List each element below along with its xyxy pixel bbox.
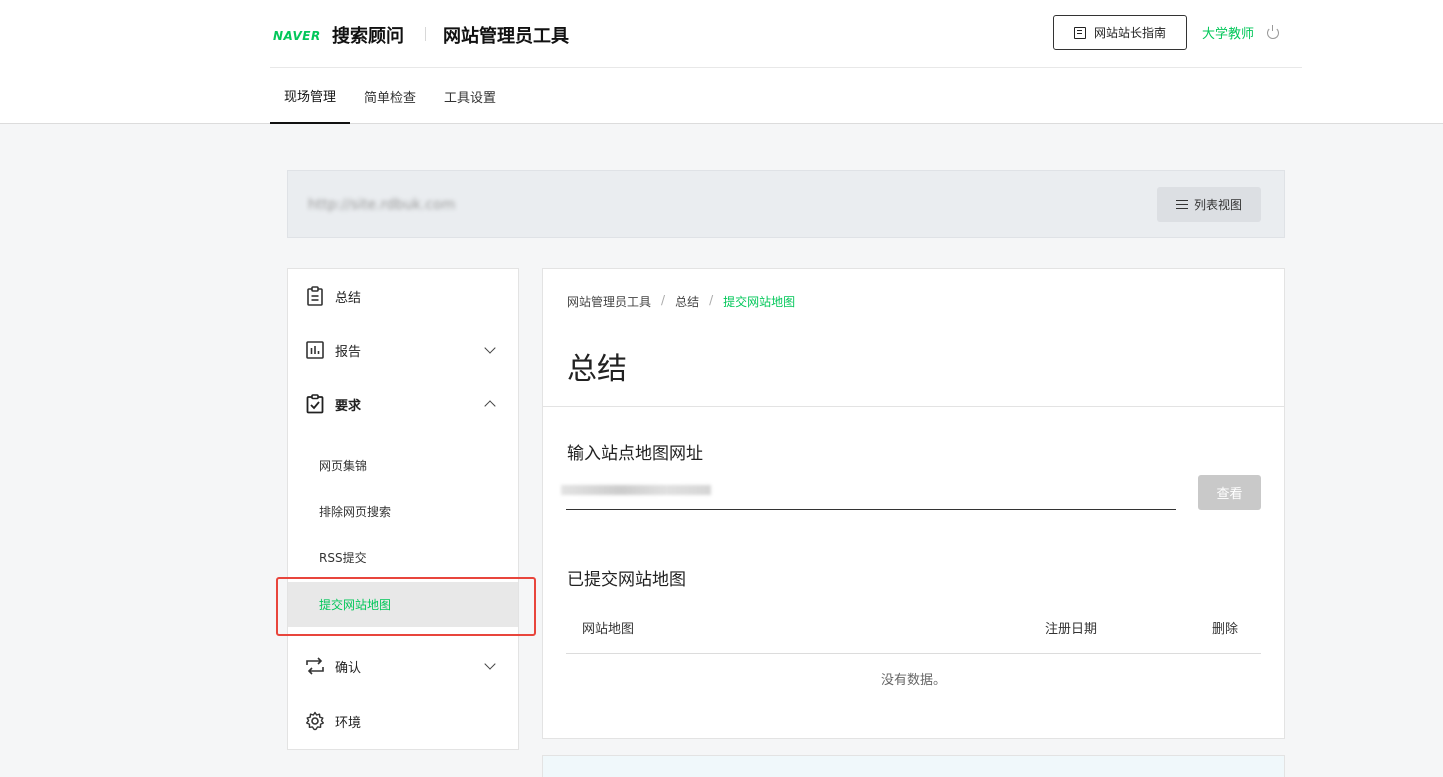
- empty-table-message: 没有数据。: [880, 673, 946, 688]
- main-panel: 网站管理员工具 / 总结 / 提交网站地图 总结 输入站点地图网址 查看 已提交…: [542, 268, 1285, 739]
- chevron-up-icon: [484, 400, 496, 412]
- sidebar-item-requests-label: 要求: [335, 398, 362, 414]
- sidebar-item-confirm[interactable]: 确认: [288, 639, 518, 693]
- sidebar-item-report[interactable]: 报告: [288, 323, 518, 377]
- breadcrumb-separator: /: [661, 293, 666, 307]
- check-button[interactable]: 查看: [1198, 475, 1261, 510]
- gear-icon: [305, 711, 325, 731]
- breadcrumb-summary[interactable]: 总结: [675, 293, 699, 310]
- section-divider: [543, 406, 1284, 407]
- column-header-delete: 删除: [1212, 622, 1239, 637]
- sidebar-subitem-rss-submit[interactable]: RSS提交: [288, 535, 518, 580]
- swap-arrows-icon: [305, 656, 325, 676]
- sidebar-subitem-exclude-search[interactable]: 排除网页搜索: [288, 489, 518, 534]
- sitemap-table-header: 网站地图 注册日期 删除: [566, 609, 1261, 654]
- checklist-icon: [305, 394, 325, 414]
- lower-info-panel: [542, 755, 1285, 777]
- list-view-label: 列表视图: [1193, 198, 1242, 212]
- bar-chart-icon: [305, 340, 325, 360]
- search-advisor-logo[interactable]: 搜索顾问: [332, 22, 404, 48]
- logo-divider: [425, 27, 426, 41]
- site-url: http://site.rdbuk.com: [308, 197, 456, 213]
- breadcrumb-separator: /: [709, 293, 714, 307]
- sidebar-item-requests[interactable]: 要求: [288, 377, 518, 431]
- webmaster-guide-button[interactable]: 网站站长指南: [1053, 15, 1187, 50]
- logout-power-icon[interactable]: [1267, 25, 1279, 39]
- site-url-bar: http://site.rdbuk.com 列表视图: [287, 170, 1285, 238]
- sitemap-input-title: 输入站点地图网址: [567, 444, 703, 464]
- sidebar-item-environment[interactable]: 环境: [288, 694, 518, 748]
- list-view-button[interactable]: 列表视图: [1157, 187, 1261, 222]
- user-name-link[interactable]: 大学教师: [1202, 23, 1254, 42]
- main-tabs: 现场管理 简单检查 工具设置: [270, 68, 510, 124]
- submitted-sitemap-title: 已提交网站地图: [567, 570, 686, 590]
- sidebar-item-confirm-label: 确认: [335, 660, 362, 676]
- clipboard-icon: [305, 286, 325, 306]
- webmaster-guide-label: 网站站长指南: [1093, 26, 1166, 40]
- book-icon: [1073, 26, 1086, 39]
- top-header: NAVER 搜索顾问 网站管理员工具 网站站长指南 大学教师 现场管理 简单检查…: [0, 0, 1443, 124]
- chevron-down-icon: [484, 658, 496, 670]
- breadcrumb-current: 提交网站地图: [723, 295, 796, 309]
- column-header-sitemap: 网站地图: [582, 622, 635, 637]
- sidebar-item-summary[interactable]: 总结: [288, 269, 518, 323]
- sidebar-subitem-submit-sitemap[interactable]: 提交网站地图: [288, 582, 518, 627]
- breadcrumb-webmaster-tool[interactable]: 网站管理员工具: [567, 293, 651, 310]
- tab-simple-check[interactable]: 简单检查: [350, 68, 430, 124]
- tab-site-management[interactable]: 现场管理: [270, 68, 351, 124]
- header-top-bar: NAVER 搜索顾问 网站管理员工具 网站站长指南 大学教师: [270, 0, 1302, 68]
- tab-tool-settings[interactable]: 工具设置: [430, 68, 510, 124]
- webmaster-tool-title[interactable]: 网站管理员工具: [443, 22, 569, 48]
- sidebar-item-report-label: 报告: [335, 344, 362, 360]
- chevron-down-icon: [484, 342, 496, 354]
- sidebar-nav: 总结 报告 要求 网页集锦 排除网页搜索 RSS提交 提交网站地图 确认 环境: [287, 268, 519, 750]
- redacted-input-value: [561, 485, 711, 495]
- sidebar-item-environment-label: 环境: [335, 715, 362, 731]
- naver-logo[interactable]: NAVER: [273, 29, 321, 43]
- list-icon: [1175, 199, 1188, 210]
- sidebar-item-summary-label: 总结: [335, 290, 362, 306]
- sidebar-subitem-page-collection[interactable]: 网页集锦: [288, 443, 518, 488]
- breadcrumb: 网站管理员工具 / 总结 / 提交网站地图: [567, 293, 795, 310]
- column-header-register-date: 注册日期: [1045, 622, 1098, 637]
- page-title: 总结: [567, 352, 627, 387]
